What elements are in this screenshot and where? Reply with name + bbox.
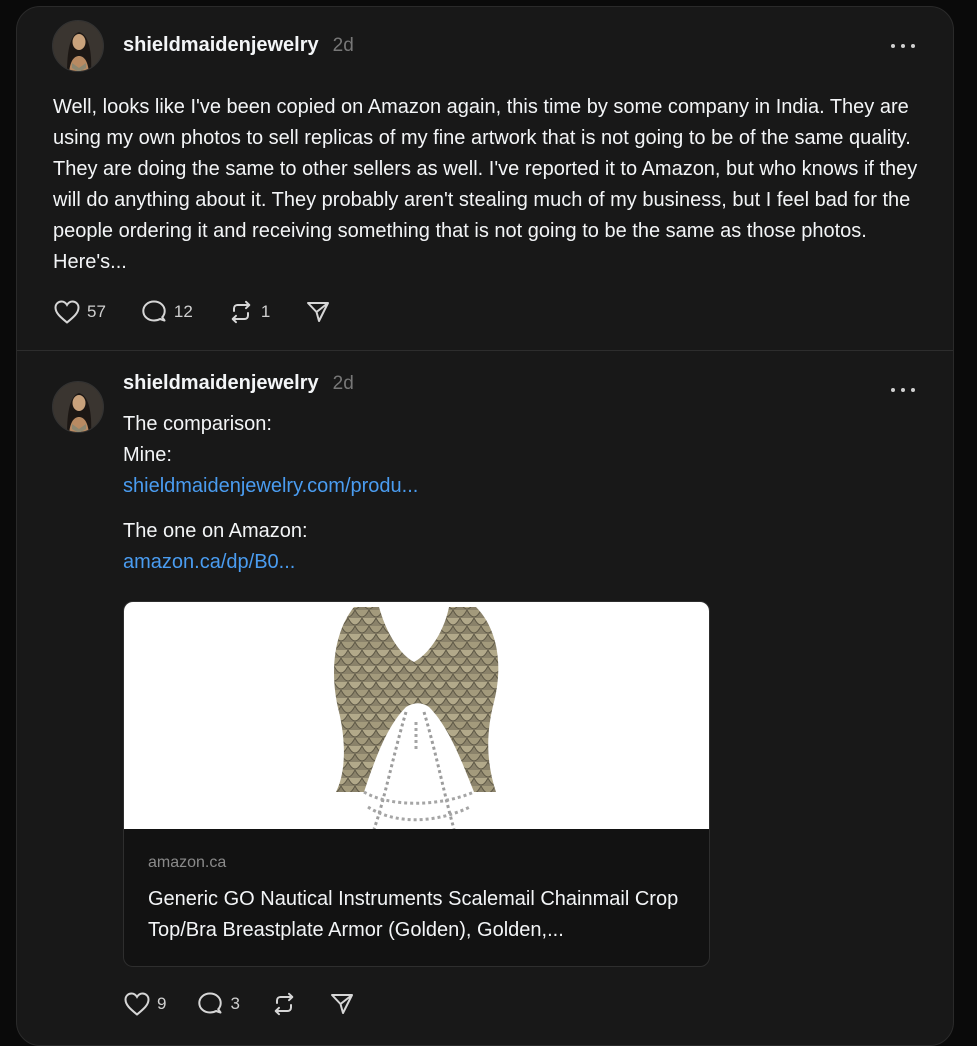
share-button[interactable] bbox=[328, 991, 356, 1017]
share-button[interactable] bbox=[304, 299, 332, 325]
repost-count: 1 bbox=[260, 302, 271, 321]
preview-image bbox=[124, 602, 709, 830]
post-meta: shieldmaidenjewelry 2d bbox=[123, 34, 354, 57]
repost-button[interactable]: 1 bbox=[227, 299, 270, 325]
heart-icon bbox=[54, 300, 80, 324]
comment-icon bbox=[198, 992, 223, 1014]
comment-button[interactable]: 3 bbox=[196, 991, 240, 1017]
amazon-label: The one on Amazon: bbox=[123, 520, 308, 542]
reply-post: shieldmaidenjewelry 2d The comparison: M… bbox=[17, 351, 953, 1045]
repost-icon bbox=[231, 300, 251, 324]
repost-button[interactable] bbox=[270, 991, 298, 1017]
preview-title: Generic GO Nautical Instruments Scalemai… bbox=[148, 888, 679, 941]
post-actions: 9 3 bbox=[123, 991, 386, 1017]
post-actions: 57 12 1 bbox=[53, 299, 366, 325]
avatar[interactable] bbox=[52, 20, 104, 72]
more-icon[interactable] bbox=[891, 380, 915, 400]
comment-count: 12 bbox=[173, 302, 193, 321]
avatar[interactable] bbox=[52, 381, 104, 433]
comment-button[interactable]: 12 bbox=[140, 299, 193, 325]
reply-text: The comparison: Mine: shieldmaidenjewelr… bbox=[123, 409, 923, 578]
comment-icon bbox=[142, 300, 166, 322]
send-icon bbox=[307, 302, 330, 322]
post-meta: shieldmaidenjewelry 2d bbox=[123, 372, 354, 395]
mine-link[interactable]: shieldmaidenjewelry.com/produ... bbox=[123, 471, 923, 502]
repost-icon bbox=[274, 992, 294, 1016]
like-count: 57 bbox=[87, 302, 106, 321]
heart-icon bbox=[124, 992, 150, 1016]
post-text: Well, looks like I've been copied on Ama… bbox=[53, 96, 918, 273]
preview-domain: amazon.ca bbox=[148, 854, 227, 871]
post: shieldmaidenjewelry 2d Well, looks like … bbox=[17, 7, 953, 351]
comparison-line: The comparison: bbox=[123, 413, 272, 435]
like-button[interactable]: 57 bbox=[53, 299, 106, 325]
send-icon bbox=[330, 994, 353, 1014]
amazon-link[interactable]: amazon.ca/dp/B0... bbox=[123, 547, 923, 578]
link-preview-card[interactable]: amazon.ca Generic GO Nautical Instrument… bbox=[123, 601, 710, 967]
timestamp[interactable]: 2d bbox=[333, 35, 354, 57]
like-button[interactable]: 9 bbox=[123, 991, 166, 1017]
timestamp[interactable]: 2d bbox=[333, 373, 354, 395]
comment-count: 3 bbox=[230, 994, 240, 1013]
more-icon[interactable] bbox=[891, 36, 915, 56]
thread-card: shieldmaidenjewelry 2d Well, looks like … bbox=[16, 6, 954, 1046]
mine-line: Mine: bbox=[123, 444, 172, 466]
like-count: 9 bbox=[157, 994, 167, 1013]
username[interactable]: shieldmaidenjewelry bbox=[123, 34, 319, 57]
username[interactable]: shieldmaidenjewelry bbox=[123, 372, 319, 395]
